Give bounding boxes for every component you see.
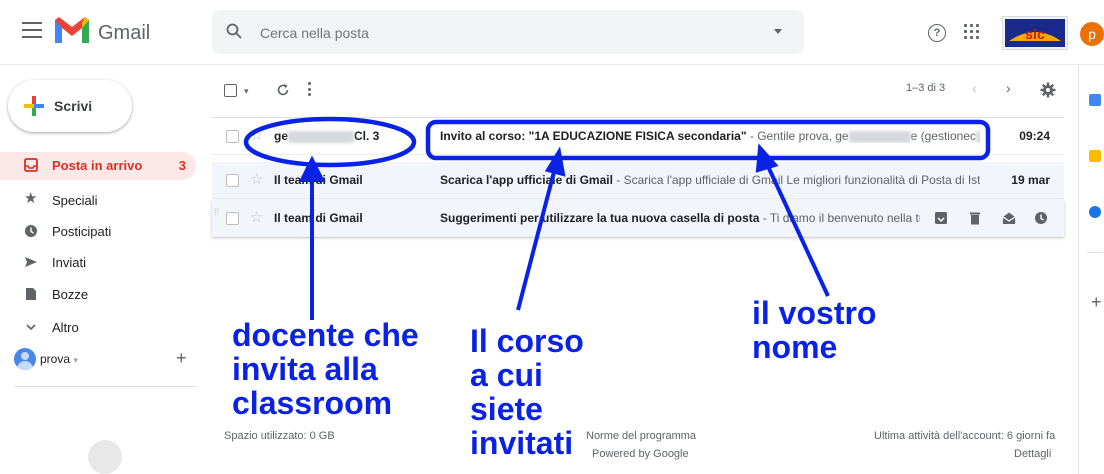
annotation-line: Il corso: [470, 323, 584, 359]
annotation-arrow-name: [764, 161, 830, 297]
annotation-arrow-course: [516, 167, 557, 311]
annotation-arrowhead-course: [544, 146, 566, 177]
annotation-line: classroom: [232, 385, 393, 421]
annotation-name-label: il vostro nome: [752, 296, 876, 364]
annotation-line: il vostro: [752, 295, 877, 331]
annotation-course-label: Il corso a cui siete invitati: [470, 324, 584, 460]
annotation-line: siete: [470, 391, 543, 427]
annotation-ellipse-sender: [243, 116, 417, 168]
annotation-line: nome: [752, 329, 838, 365]
annotation-line: invita alla: [232, 351, 378, 387]
annotation-line: a cui: [470, 357, 543, 393]
annotation-line: invitati: [470, 425, 574, 461]
annotation-teacher-label: docente che invita alla classroom: [232, 318, 419, 420]
annotation-box-subject: [425, 119, 991, 161]
annotation-line: docente che: [232, 317, 419, 353]
